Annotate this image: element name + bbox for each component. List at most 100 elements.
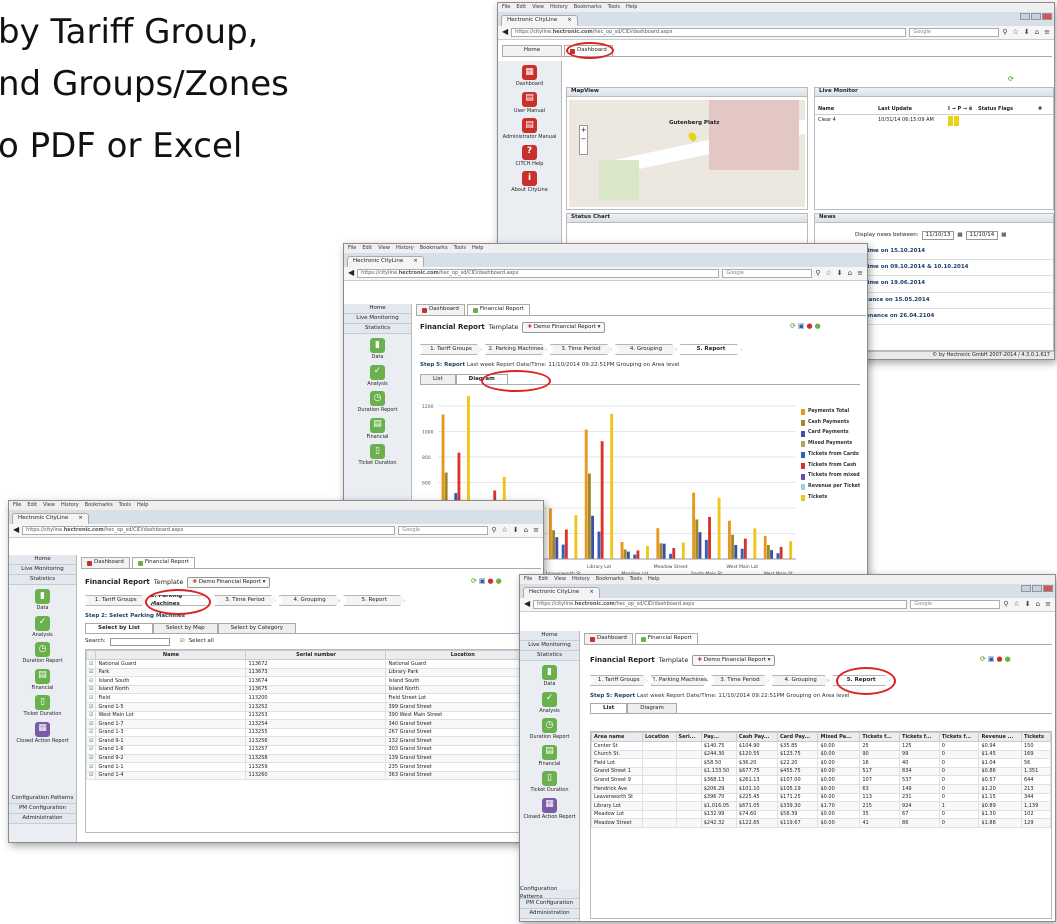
menu-history[interactable]: History <box>550 4 568 11</box>
home-icon[interactable]: ⌂ <box>848 269 852 278</box>
menu-bookmarks[interactable]: Bookmarks <box>420 245 448 252</box>
table-row[interactable]: Grand Street 9 $368.13 $261.13 $107.00 $0.00… <box>591 775 1052 785</box>
bar[interactable] <box>669 553 672 559</box>
bar[interactable] <box>555 537 559 559</box>
bar[interactable] <box>692 492 696 559</box>
star-icon[interactable]: ☆ <box>1013 28 1019 37</box>
col-location[interactable]: Location <box>385 650 540 660</box>
bar[interactable] <box>646 545 649 559</box>
menu-edit[interactable]: Edit <box>516 4 526 11</box>
checkbox-icon[interactable]: ☑ <box>85 727 97 738</box>
sidebar-item-closed-action-report[interactable]: ▦ Closed Action Report <box>520 797 579 821</box>
table-row[interactable]: ☑ Grand 1-4 113260 363 Grand Street <box>85 770 540 781</box>
stop-icon[interactable]: ● <box>807 322 813 331</box>
bar[interactable] <box>708 516 711 559</box>
template-select[interactable]: ✚ Demo Financial Report ▾ <box>692 655 776 667</box>
browser-tab[interactable]: Hectronic CityLine × <box>12 513 89 524</box>
address-input[interactable]: https://cityline. hectronic.com/hec_op_sd… <box>533 600 908 609</box>
maximize-button[interactable] <box>1031 13 1041 20</box>
star-icon[interactable]: ☆ <box>1014 600 1020 609</box>
step-report[interactable]: 5. Report <box>343 595 405 606</box>
menu-bookmarks[interactable]: Bookmarks <box>85 502 113 509</box>
checkbox-icon[interactable]: ☑ <box>85 753 97 764</box>
menu-tools[interactable]: Tools <box>119 502 131 509</box>
col-header[interactable]: Seri... <box>675 732 702 742</box>
bar[interactable] <box>623 549 627 559</box>
home-icon[interactable]: ⌂ <box>1035 28 1039 37</box>
calendar-icon[interactable]: ▦ <box>957 232 962 239</box>
tab-dashboard[interactable]: Dashboard <box>416 304 465 315</box>
menu-edit[interactable]: Edit <box>538 576 548 583</box>
stop-icon[interactable]: ● <box>488 577 494 586</box>
sidebar-item-dashboard[interactable]: ▦ Dashboard <box>498 65 561 88</box>
bar[interactable] <box>591 515 595 559</box>
refresh-icon[interactable]: ⟳ <box>980 655 986 664</box>
run-icon[interactable]: ● <box>1005 655 1011 664</box>
search-icon[interactable]: ⚲ <box>815 269 820 278</box>
bar[interactable] <box>600 441 604 559</box>
minimize-button[interactable] <box>1021 585 1031 592</box>
news-from-input[interactable]: 11/10/13 <box>921 231 955 241</box>
menu-tools[interactable]: Tools <box>608 4 620 11</box>
back-icon[interactable]: ◀ <box>524 599 530 609</box>
run-icon[interactable]: ● <box>815 322 821 331</box>
sidebar-item-citch-help[interactable]: ? CITCH Help <box>498 144 561 168</box>
menu-help[interactable]: Help <box>648 576 659 583</box>
table-row[interactable]: Center St $140.75 $104.90 $35.85 $0.00 25 125 0… <box>591 741 1052 751</box>
sidebar-configuration-patterns[interactable]: Configuration Patterns <box>520 886 579 900</box>
map[interactable]: + − Gutenberg Platz <box>569 100 805 207</box>
download-icon[interactable]: ⬇ <box>1024 28 1030 37</box>
table-row[interactable]: Hendrick Ave $206.29 $101.10 $105.19 $0.00 63… <box>591 783 1052 794</box>
tab-list[interactable]: List <box>590 703 628 713</box>
table-row[interactable]: Meadow Lot $132.99 $74.60 $58.39 $0.00 35 67 0 $… <box>591 809 1052 820</box>
step-time-period[interactable]: 3. Time Period <box>550 344 612 355</box>
bar[interactable] <box>626 551 630 559</box>
maximize-button[interactable] <box>1032 585 1042 592</box>
col-header[interactable]: Tickets f... <box>859 732 901 742</box>
bar[interactable] <box>561 544 565 559</box>
tab-financial-report[interactable]: Financial Report <box>634 633 698 644</box>
sidebar-item-financial[interactable]: ▤ Financial <box>520 744 579 768</box>
sidebar-item-duration-report[interactable]: ◷ Duration Report <box>344 391 411 414</box>
table-row[interactable]: Field Lot $58.50 $36.20 $22.20 $0.00 16 40 0 $1.… <box>591 758 1052 768</box>
checkbox-icon[interactable]: ☑ <box>85 736 97 746</box>
menu-icon[interactable]: ≡ <box>1044 28 1050 37</box>
menu-history[interactable]: History <box>572 576 590 583</box>
news-to-input[interactable]: 11/10/14 <box>965 231 999 241</box>
checkbox-icon[interactable]: ☑ <box>85 762 97 772</box>
template-select[interactable]: ✚ Demo Financial Report ▾ <box>522 322 606 334</box>
sidebar-home[interactable]: Home <box>344 304 411 314</box>
bar[interactable] <box>779 546 783 559</box>
bar[interactable] <box>662 543 666 559</box>
bar[interactable] <box>584 429 588 559</box>
download-icon[interactable]: ⬇ <box>1025 600 1031 609</box>
col-header[interactable]: Tickets f... <box>899 732 940 742</box>
bar[interactable] <box>731 534 735 559</box>
close-icon[interactable]: × <box>78 515 83 522</box>
close-window-button[interactable] <box>1042 13 1052 20</box>
back-icon[interactable]: ◀ <box>13 525 19 535</box>
table-row[interactable]: Leavenworth St $396.70 $225.45 $171.25 $0.00… <box>591 792 1052 803</box>
bar[interactable] <box>587 473 591 559</box>
search-input[interactable]: Google <box>398 526 489 535</box>
search-icon[interactable]: ⚲ <box>491 526 496 535</box>
menu-file[interactable]: File <box>348 245 356 252</box>
bar[interactable] <box>763 536 767 559</box>
col-name[interactable]: Name <box>95 650 247 660</box>
menu-file[interactable]: File <box>502 4 510 11</box>
calendar-icon[interactable]: ▦ <box>1001 232 1006 239</box>
sidebar-statistics[interactable]: Statistics <box>520 651 579 661</box>
search-icon[interactable]: ⚲ <box>1002 28 1007 37</box>
col-header[interactable]: Area name <box>591 732 643 742</box>
menu-edit[interactable]: Edit <box>27 502 37 509</box>
stop-icon[interactable]: ● <box>997 655 1003 664</box>
table-row[interactable]: ☑ Field 113200 Field Street Lot <box>85 693 540 703</box>
address-input[interactable]: https://cityline. hectronic.com/hec_op_sd… <box>22 526 396 535</box>
sidebar-item-analysis[interactable]: ✓ Analysis <box>9 615 76 639</box>
machine-search-input[interactable] <box>109 638 170 646</box>
table-row[interactable]: ☑ Grand 9-1 113256 132 Grand Street <box>85 736 540 746</box>
sidebar-pm-configuration[interactable]: PM Configuration <box>520 899 579 909</box>
step-tariff-groups[interactable]: 1. Tariff Groups <box>85 595 147 606</box>
table-row[interactable]: ☑ National Guard 113672 National Guard <box>85 659 540 669</box>
col-header[interactable]: Cash Pay... <box>735 732 778 742</box>
